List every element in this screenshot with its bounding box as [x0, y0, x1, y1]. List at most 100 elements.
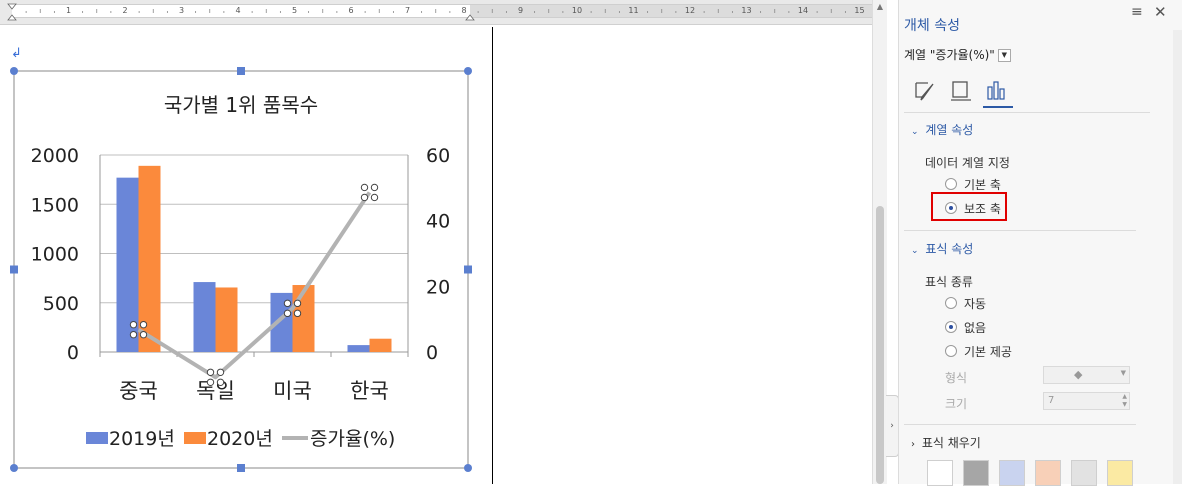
radio-primary-axis[interactable]	[945, 178, 957, 190]
chevron-down-icon[interactable]: ▼	[997, 49, 1011, 62]
selection-handle[interactable]	[360, 193, 369, 202]
close-icon[interactable]: ✕	[1154, 3, 1167, 21]
chart-canvas[interactable]: 국가별 1위 품목수 0 500 1000 1500 2000 0 20 40 60 중국 독일 미국 한…	[0, 60, 480, 480]
fill-swatch[interactable]	[963, 460, 989, 486]
radio-marker-auto[interactable]	[945, 297, 957, 309]
fill-swatch[interactable]	[927, 460, 953, 486]
bar[interactable]	[193, 282, 216, 352]
resize-handle[interactable]	[10, 265, 18, 274]
section-title: 표식 속성	[925, 242, 974, 256]
section-title: 계열 속성	[925, 123, 974, 137]
ruler-number: 10	[572, 6, 582, 15]
section-title: 표식 채우기	[921, 436, 981, 450]
resize-handle[interactable]	[10, 464, 18, 472]
y-tick-label: 2000	[31, 145, 79, 167]
tab-shadow[interactable]	[947, 78, 977, 106]
selection-handle[interactable]	[139, 330, 148, 339]
shape-label: 형식	[945, 371, 968, 385]
y2-tick-label: 40	[426, 211, 450, 233]
section-marker-props[interactable]: ⌄ 표식 속성	[911, 240, 973, 257]
series-selector[interactable]: 계열 "증가율(%)" ▼	[904, 46, 1011, 63]
y-tick-label: 1000	[31, 244, 79, 266]
ruler-number: 15	[854, 6, 864, 15]
fill-swatch[interactable]	[1071, 460, 1097, 486]
pen-brush-icon	[915, 82, 934, 101]
section-marker-fill[interactable]: › 표식 채우기	[911, 434, 981, 451]
ruler-number: 2	[122, 6, 127, 15]
resize-handle[interactable]	[237, 464, 245, 472]
right-indent-marker-icon[interactable]	[465, 14, 475, 21]
resize-handle[interactable]	[10, 67, 18, 75]
y2-tick-label: 60	[426, 145, 450, 167]
legend-label: 증가율(%)	[310, 428, 395, 450]
chevron-down-icon: ⌄	[911, 127, 919, 137]
ruler-number: 7	[405, 6, 410, 15]
fill-swatch[interactable]	[1035, 460, 1061, 486]
ruler-number: 4	[235, 6, 240, 15]
bar[interactable]	[215, 287, 238, 352]
chart-object[interactable]: 국가별 1위 품목수 0 500 1000 1500 2000 0 20 40 60 중국 독일 미국 한…	[0, 60, 480, 480]
data-series-label: 데이터 계열 지정	[925, 156, 1010, 170]
bar[interactable]	[369, 338, 392, 352]
ruler-number: 3	[179, 6, 184, 15]
panel-title: 개체 속성	[904, 18, 960, 34]
x-tick-label: 중국	[119, 379, 158, 403]
selection-handle[interactable]	[283, 299, 292, 308]
selection-handle[interactable]	[129, 330, 138, 339]
chart-frame[interactable]	[13, 70, 469, 469]
tab-line-style[interactable]	[911, 78, 941, 106]
bar-chart-icon	[987, 81, 1005, 100]
selection-handle[interactable]	[216, 378, 225, 386]
vertical-scrollbar[interactable]: ▲	[872, 0, 887, 484]
radio-marker-builtin[interactable]	[945, 345, 957, 357]
marker-shape-select[interactable]: ◆ ▼	[1043, 366, 1130, 384]
ruler-ticks: 1 2 3 4 5 6 7 8 9 10 11 12 13 14 15	[7, 3, 865, 21]
selection-handle[interactable]	[293, 309, 302, 318]
horizontal-ruler[interactable]: 1 2 3 4 5 6 7 8 9 10 11 12 13 14 15	[0, 0, 872, 25]
scroll-thumb[interactable]	[876, 206, 884, 484]
selection-handle[interactable]	[139, 320, 148, 329]
selection-handle[interactable]	[283, 309, 292, 318]
diamond-icon: ◆	[1074, 368, 1083, 381]
chevron-down-icon: ▼	[1120, 369, 1126, 377]
radio-marker-none[interactable]	[945, 321, 957, 333]
object-properties-panel: 개체 속성 ≡ ✕ 계열 "증가율(%)" ▼ ⌄ 계열 속성 데이터 계열 지…	[898, 0, 1182, 486]
y-tick-label: 1500	[31, 194, 79, 216]
section-series-props[interactable]: ⌄ 계열 속성	[911, 121, 973, 138]
ruler-number: 1	[66, 6, 71, 15]
tab-divider	[904, 112, 1150, 113]
legend-swatch	[86, 432, 108, 444]
indent-marker-icon[interactable]	[7, 3, 17, 21]
frame-shadow-icon	[951, 81, 971, 101]
series-name: 계열 "증가율(%)"	[904, 48, 995, 62]
resize-handle[interactable]	[464, 464, 472, 472]
fill-swatch[interactable]	[999, 460, 1025, 486]
selection-handle[interactable]	[206, 378, 215, 386]
selection-handle[interactable]	[129, 320, 138, 329]
chevron-right-icon: ›	[911, 439, 915, 450]
selection-handle[interactable]	[216, 368, 225, 376]
selection-handle[interactable]	[360, 183, 369, 192]
marker-size-spinner[interactable]: 7 ▲ ▼	[1043, 392, 1130, 410]
ruler-number: 9	[518, 6, 523, 15]
scroll-up-arrow-icon[interactable]: ▲	[875, 2, 885, 12]
selection-handle[interactable]	[206, 368, 215, 376]
resize-handle[interactable]	[237, 67, 245, 75]
spinner-icon[interactable]: ▲ ▼	[1122, 393, 1127, 409]
resize-handle[interactable]	[464, 67, 472, 75]
panel-scrollbar[interactable]	[1173, 30, 1182, 484]
bar[interactable]	[347, 345, 370, 352]
ruler-number: 12	[685, 6, 695, 15]
menu-icon[interactable]: ≡	[1131, 4, 1143, 20]
fill-swatch[interactable]	[1107, 460, 1133, 486]
selection-handle[interactable]	[293, 299, 302, 308]
tab-series-options[interactable]	[983, 78, 1013, 108]
document-area[interactable]: 1 2 3 4 5 6 7 8 9 10 11 12 13 14 15 ↲ 국가별 1위 품목수 0 500 10…	[0, 0, 872, 484]
selection-handle[interactable]	[370, 193, 379, 202]
selection-handle[interactable]	[370, 183, 379, 192]
radio-marker-builtin-label: 기본 제공	[964, 345, 1012, 359]
resize-handle[interactable]	[464, 265, 472, 274]
ruler-number: 13	[741, 6, 751, 15]
chart-title: 국가별 1위 품목수	[164, 93, 318, 117]
legend-label: 2020년	[207, 428, 273, 450]
